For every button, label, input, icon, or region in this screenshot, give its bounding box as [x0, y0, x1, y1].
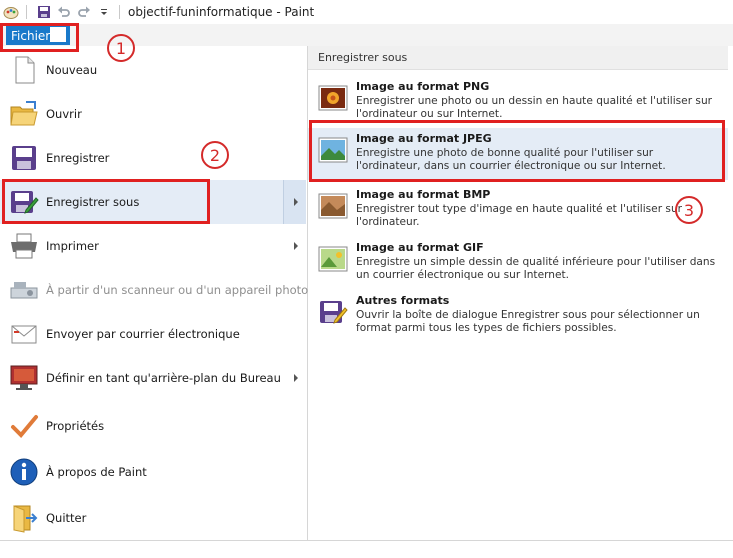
menu-item-save-as[interactable]: Enregistrer sous	[0, 180, 306, 224]
bmp-image-icon	[317, 190, 349, 222]
info-icon	[8, 456, 40, 488]
redo-icon[interactable]	[75, 3, 93, 21]
save-as-gif[interactable]: Image au format GIF Enregistre un simple…	[308, 237, 728, 289]
annotation-step-1: 1	[107, 34, 135, 62]
jpeg-image-icon	[317, 134, 349, 166]
scanner-icon	[8, 274, 40, 306]
save-as-submenu: Enregistrer sous Image au format PNG Enr…	[308, 46, 733, 540]
undo-icon[interactable]	[55, 3, 73, 21]
save-as-jpeg[interactable]: Image au format JPEG Enregistre une phot…	[308, 128, 728, 180]
menu-item-label: Quitter	[46, 511, 87, 525]
menu-item-label: À partir d'un scanneur ou d'un appareil …	[46, 283, 309, 297]
format-description: Enregistrer tout type d'image en haute q…	[356, 203, 683, 228]
menu-item-new[interactable]: Nouveau	[0, 48, 306, 92]
menu-item-email[interactable]: Envoyer par courrier électronique	[0, 312, 306, 356]
checkmark-icon	[8, 410, 40, 442]
save-as-bmp[interactable]: Image au format BMP Enregistrer tout typ…	[308, 184, 728, 236]
save-icon[interactable]	[35, 3, 53, 21]
menu-item-label: Imprimer	[46, 239, 99, 253]
file-tab-label: Fichier	[11, 28, 51, 43]
status-bar	[0, 540, 733, 558]
menu-item-desktop-background[interactable]: Définir en tant qu'arrière-plan du Burea…	[0, 356, 306, 400]
email-icon	[8, 318, 40, 350]
format-title: Image au format JPEG	[356, 132, 492, 145]
file-tab-highlight	[50, 27, 66, 42]
annotation-step-3: 3	[675, 196, 703, 224]
desktop-background-icon	[8, 362, 40, 394]
menu-item-about[interactable]: À propos de Paint	[0, 450, 306, 494]
format-title: Image au format GIF	[356, 241, 484, 254]
open-folder-icon	[8, 98, 40, 130]
customize-toolbar-icon[interactable]	[95, 3, 113, 21]
submenu-arrow-icon	[294, 198, 298, 206]
other-formats-icon	[317, 296, 349, 328]
submenu-arrow-icon	[294, 374, 298, 382]
menu-item-label: Envoyer par courrier électronique	[46, 327, 240, 341]
new-document-icon	[8, 54, 40, 86]
menu-item-properties[interactable]: Propriétés	[0, 404, 306, 448]
format-description: Ouvrir la boîte de dialogue Enregistrer …	[356, 309, 700, 334]
menu-item-scanner[interactable]: À partir d'un scanneur ou d'un appareil …	[0, 268, 309, 312]
menu-item-label: Propriétés	[46, 419, 105, 433]
format-title: Image au format PNG	[356, 80, 490, 93]
submenu-header: Enregistrer sous	[308, 46, 728, 70]
quick-access-toolbar	[0, 0, 126, 24]
gif-image-icon	[317, 243, 349, 275]
printer-icon	[8, 230, 40, 262]
exit-icon	[8, 502, 40, 534]
window-title: objectif-funinformatique - Paint	[128, 5, 315, 19]
format-title: Image au format BMP	[356, 188, 491, 201]
format-title: Autres formats	[356, 294, 450, 307]
menu-item-label: Définir en tant qu'arrière-plan du Burea…	[46, 371, 281, 385]
format-description: Enregistre un simple dessin de qualité i…	[356, 256, 716, 281]
annotation-step-2: 2	[201, 141, 229, 169]
title-bar: objectif-funinformatique - Paint	[0, 0, 733, 24]
save-as-other-formats[interactable]: Autres formats Ouvrir la boîte de dialog…	[308, 290, 728, 342]
toolbar-separator	[26, 5, 27, 19]
format-description: Enregistre une photo de bonne qualité po…	[356, 147, 666, 172]
png-image-icon	[317, 82, 349, 114]
format-description: Enregistrer une photo ou un dessin en ha…	[356, 95, 713, 120]
file-menu: Nouveau Ouvrir Enregistrer Enregistrer s…	[0, 46, 308, 540]
menu-item-print[interactable]: Imprimer	[0, 224, 306, 268]
submenu-arrow-icon	[294, 242, 298, 250]
file-tab[interactable]: Fichier	[6, 26, 70, 45]
menu-item-exit[interactable]: Quitter	[0, 496, 306, 540]
menu-item-label: Nouveau	[46, 63, 98, 77]
save-as-png[interactable]: Image au format PNG Enregistrer une phot…	[308, 76, 728, 128]
menu-item-open[interactable]: Ouvrir	[0, 92, 306, 136]
save-disk-icon	[8, 142, 40, 174]
menu-item-label: Enregistrer	[46, 151, 110, 165]
save-as-icon	[8, 186, 40, 218]
menu-item-save[interactable]: Enregistrer	[0, 136, 306, 180]
menu-item-label: Enregistrer sous	[46, 195, 140, 209]
menu-item-label: À propos de Paint	[46, 465, 147, 479]
paint-app-icon[interactable]	[2, 3, 20, 21]
menu-item-label: Ouvrir	[46, 107, 82, 121]
toolbar-separator	[119, 5, 120, 19]
